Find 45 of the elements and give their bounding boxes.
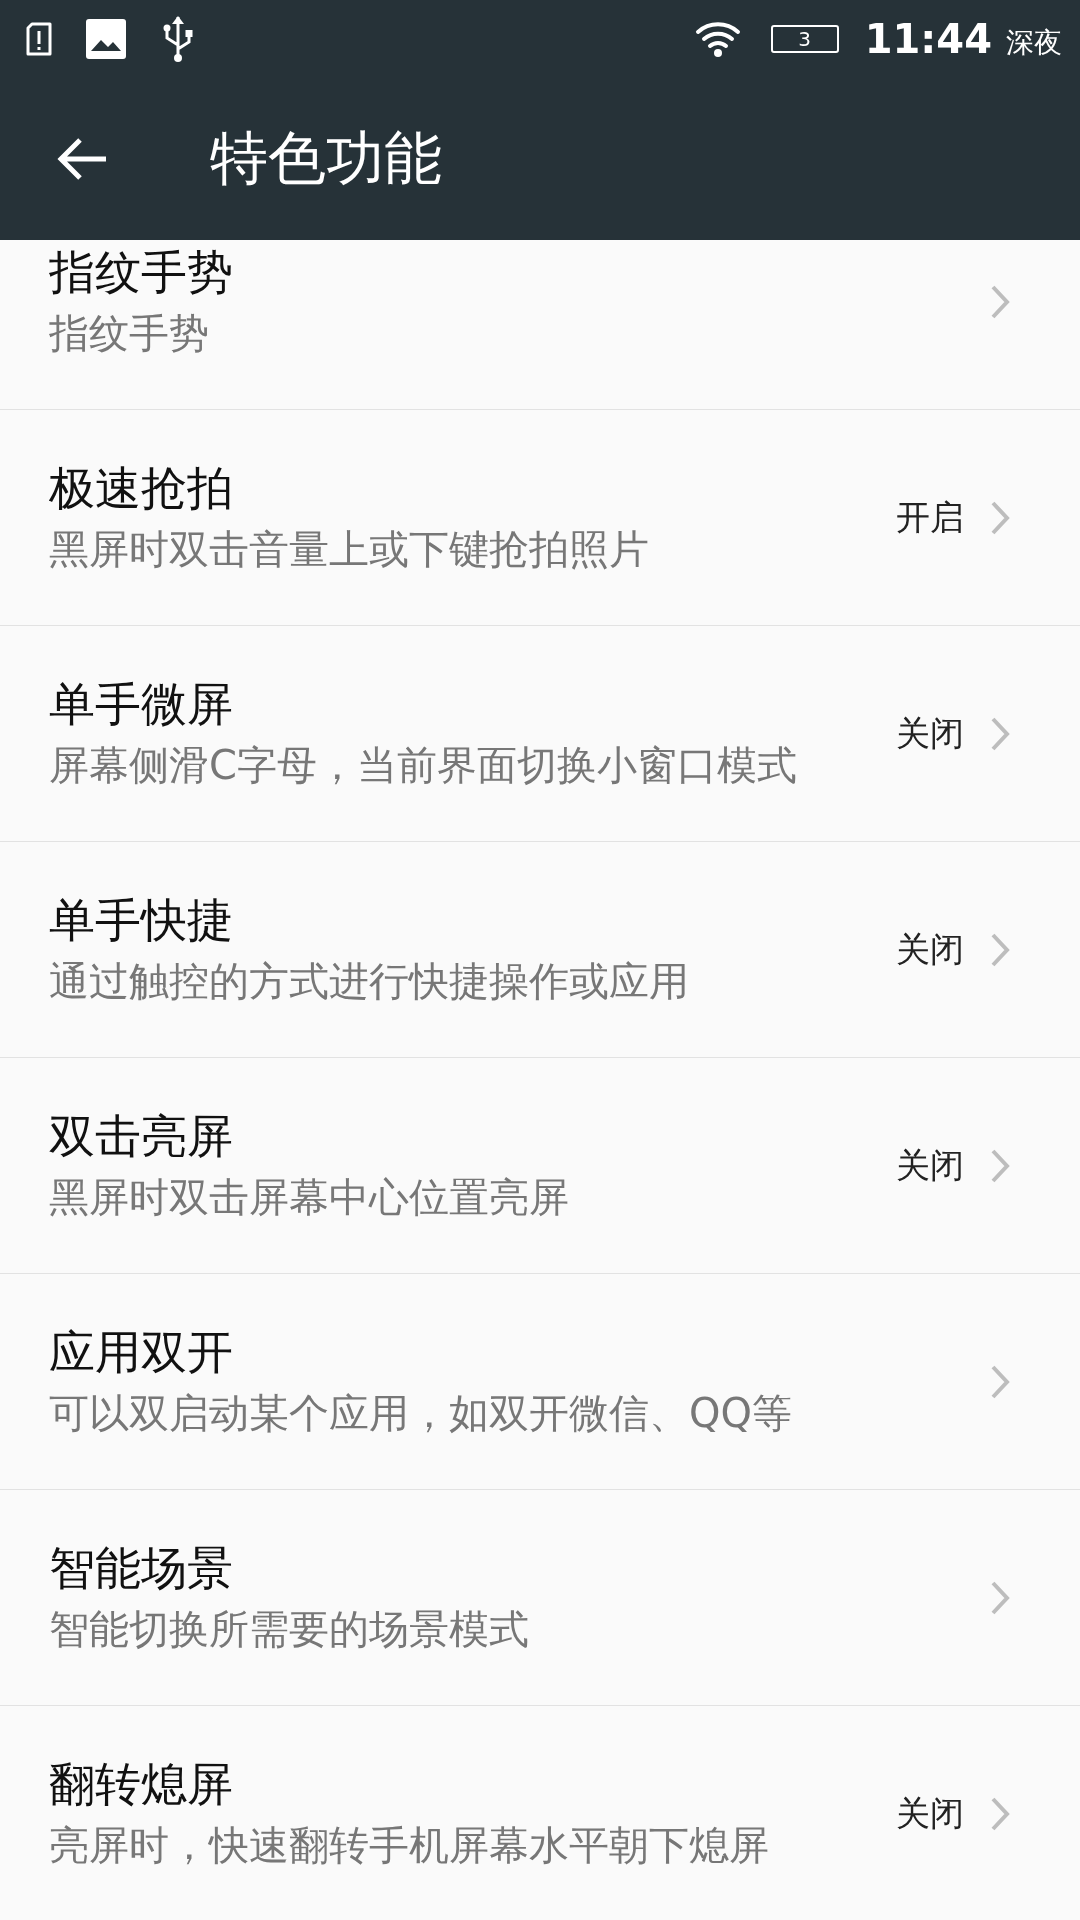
battery-icon: 3 [770,25,839,53]
chevron-right-icon [990,1147,1010,1184]
chevron-right-icon [990,283,1010,320]
time-period: 深夜 [1006,25,1062,61]
setting-title: 单手微屏 [49,676,234,733]
setting-description: 指纹手势 [49,309,210,358]
setting-title: 单手快捷 [49,892,234,949]
setting-title: 智能场景 [49,1540,234,1597]
setting-description: 通过触控的方式进行快捷操作或应用 [49,957,690,1006]
setting-title: 极速抢拍 [49,460,234,517]
image-icon [86,19,126,59]
settings-row[interactable]: 指纹手势 指纹手势 [0,240,1080,410]
setting-description: 亮屏时，快速翻转手机屏幕水平朝下熄屏 [49,1821,770,1870]
chevron-right-icon [990,1795,1010,1832]
settings-row[interactable]: 极速抢拍 黑屏时双击音量上或下键抢拍照片 开启 [0,410,1080,626]
settings-row[interactable]: 翻转熄屏 亮屏时，快速翻转手机屏幕水平朝下熄屏 关闭 [0,1706,1080,1920]
setting-value: 开启 [896,495,964,539]
setting-value: 关闭 [896,711,964,755]
sd-card-alert-icon [24,22,54,56]
chevron-right-icon [990,499,1010,536]
settings-row[interactable]: 应用双开 可以双启动某个应用，如双开微信、QQ等 [0,1274,1080,1490]
setting-description: 屏幕侧滑C字母，当前界面切换小窗口模式 [49,741,798,790]
setting-title: 翻转熄屏 [49,1756,234,1813]
chevron-right-icon [990,1579,1010,1616]
settings-row[interactable]: 智能场景 智能切换所需要的场景模式 [0,1490,1080,1706]
setting-description: 黑屏时双击屏幕中心位置亮屏 [49,1173,570,1222]
setting-description: 黑屏时双击音量上或下键抢拍照片 [49,525,650,574]
clock: 11:44 [864,16,992,62]
chevron-right-icon [990,715,1010,752]
setting-value: 关闭 [896,1791,964,1835]
setting-title: 双击亮屏 [49,1108,234,1165]
wifi-icon [694,20,741,58]
chevron-right-icon [990,1363,1010,1400]
settings-row[interactable]: 双击亮屏 黑屏时双击屏幕中心位置亮屏 关闭 [0,1058,1080,1274]
setting-title: 指纹手势 [49,244,234,301]
setting-value: 关闭 [896,1143,964,1187]
settings-row[interactable]: 单手快捷 通过触控的方式进行快捷操作或应用 关闭 [0,842,1080,1058]
setting-title: 应用双开 [49,1324,234,1381]
arrow-left-icon [56,137,108,181]
setting-description: 智能切换所需要的场景模式 [49,1605,530,1654]
setting-value: 关闭 [896,927,964,971]
chevron-right-icon [990,931,1010,968]
page-title: 特色功能 [210,123,442,194]
settings-row[interactable]: 单手微屏 屏幕侧滑C字母，当前界面切换小窗口模式 关闭 [0,626,1080,842]
setting-description: 可以双启动某个应用，如双开微信、QQ等 [49,1389,793,1438]
